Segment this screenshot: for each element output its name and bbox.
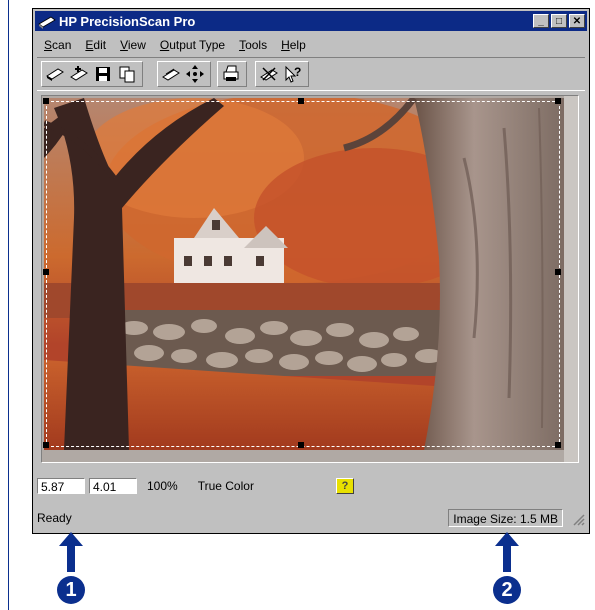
print-icon <box>223 65 239 81</box>
callout-badge-2: 2 <box>493 576 521 604</box>
minimize-button[interactable]: _ <box>533 14 549 28</box>
scanner-app-icon <box>38 16 56 29</box>
scan-preview-area[interactable] <box>41 95 579 463</box>
resize-handle-s[interactable] <box>298 442 304 448</box>
callout-badge-1: 1 <box>57 576 85 604</box>
width-field[interactable]: 5.87 <box>37 478 85 494</box>
scan-add-icon <box>70 66 88 81</box>
callout-arrow-1 <box>59 532 83 572</box>
move-icon <box>186 65 204 83</box>
erase-selection-button[interactable] <box>258 63 280 85</box>
menu-output-type[interactable]: Output Type <box>153 38 232 52</box>
scan-add-button[interactable] <box>68 63 90 85</box>
resize-icon <box>162 68 180 81</box>
save-button[interactable] <box>92 63 114 85</box>
resize-handle-sw[interactable] <box>43 442 49 448</box>
maximize-icon: □ <box>555 15 563 27</box>
menu-tools[interactable]: Tools <box>232 38 274 52</box>
status-ready: Ready <box>37 511 72 525</box>
left-margin-line <box>8 0 9 610</box>
window-title: HP PrecisionScan Pro <box>59 13 196 29</box>
help-button[interactable]: ? <box>335 478 354 494</box>
selection-marquee[interactable] <box>46 101 560 447</box>
question-icon: ? <box>341 480 349 492</box>
menu-view[interactable]: View <box>113 38 153 52</box>
close-button[interactable]: ✕ <box>569 14 585 28</box>
erase-selection-icon <box>260 67 278 81</box>
svg-text:?: ? <box>294 65 301 79</box>
title-bar[interactable]: HP PrecisionScan Pro _ □ ✕ <box>35 11 587 31</box>
toolbar-group-help: ? <box>255 61 309 87</box>
zoom-label: 100% <box>147 479 178 493</box>
scanner-window: HP PrecisionScan Pro _ □ ✕ Scan Edit Vie… <box>32 8 590 534</box>
preview-right-margin <box>564 96 578 462</box>
resize-handle-nw[interactable] <box>43 98 49 104</box>
resize-button[interactable] <box>160 63 182 85</box>
callout-arrow-2 <box>495 532 519 572</box>
menu-edit[interactable]: Edit <box>78 38 113 52</box>
scan-icon <box>46 68 64 81</box>
resize-handle-e[interactable] <box>555 269 561 275</box>
context-help-button[interactable]: ? <box>282 63 304 85</box>
toolbar-group-file <box>41 61 143 87</box>
scan-button[interactable] <box>44 63 66 85</box>
move-button[interactable] <box>184 63 206 85</box>
menu-bar: Scan Edit View Output Type Tools Help <box>37 35 313 55</box>
menu-scan[interactable]: Scan <box>37 38 78 52</box>
resize-handle-n[interactable] <box>298 98 304 104</box>
maximize-button[interactable]: □ <box>551 14 567 28</box>
print-button[interactable] <box>220 63 242 85</box>
toolbar: ? <box>37 57 585 91</box>
status-bar: Ready Image Size: 1.5 MB <box>37 507 585 529</box>
resize-handle-w[interactable] <box>43 269 49 275</box>
copy-button[interactable] <box>116 63 138 85</box>
color-mode-label: True Color <box>197 479 254 493</box>
context-help-icon: ? <box>285 65 301 83</box>
resize-handle-ne[interactable] <box>555 98 561 104</box>
height-field[interactable]: 4.01 <box>89 478 137 494</box>
size-grip-icon[interactable] <box>569 510 585 526</box>
toolbar-group-edit <box>157 61 211 87</box>
copy-icon <box>119 66 135 83</box>
toolbar-group-print <box>217 61 247 87</box>
image-size-panel: Image Size: 1.5 MB <box>448 509 563 527</box>
resize-handle-se[interactable] <box>555 442 561 448</box>
close-icon: ✕ <box>572 15 582 27</box>
menu-help[interactable]: Help <box>274 38 313 52</box>
minimize-icon: _ <box>538 15 544 27</box>
measurement-bar: 5.87 4.01 100% True Color ? <box>37 475 585 497</box>
save-icon <box>96 67 110 81</box>
